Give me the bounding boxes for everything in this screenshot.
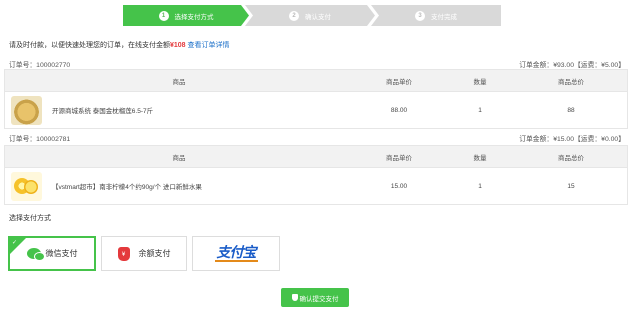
product-name[interactable]: 【vstmart超市】南非柠檬4个约90g/个 进口新鲜水果 [52,181,202,191]
header-unit-price: 商品单价 [386,78,412,86]
wallet-icon: ¥ [117,246,130,261]
order-number: 订单号：100002770 [9,62,71,69]
table-header: 商品 商品单价 数量 商品总价 [5,146,627,167]
submit-label: 确认提交支付 [299,295,339,303]
table-row: 【vstmart超市】南非柠檬4个约90g/个 进口新鲜水果 15.00 1 1… [5,167,627,204]
step-number: 1 [158,10,169,21]
order-detail-link[interactable]: 查看订单详情 [188,42,230,49]
header-total-price: 商品总价 [558,154,584,162]
header-goods: 商品 [172,154,186,162]
wechat-icon [26,248,45,261]
order-table: 商品 商品单价 数量 商品总价 开源商城系统 泰国金枕榴莲6.5-7斤 88.0… [4,69,628,129]
order-amount: 订单金额：¥15.00【运费：¥0.00】 [519,136,625,143]
alipay-logo: 支付宝 [214,244,258,262]
payment-notice: 请及时付款，以便快速处理您的订单，在线支付金额¥108 查看订单详情 [9,40,230,50]
step-label: 支付完成 [431,13,457,21]
total-price: 88 [567,106,575,114]
durian-image[interactable] [11,95,42,125]
step-select-payment: 1 选择支付方式 [123,5,249,26]
alipay-option[interactable]: 支付宝 [192,236,280,271]
order-table: 商品 商品单价 数量 商品总价 【vstmart超市】南非柠檬4个约90g/个 … [4,145,628,205]
payment-amount: ¥108 [170,42,186,49]
unit-price: 88.00 [390,106,408,114]
order-amount: 订单金额：¥93.00【运费：¥5.00】 [519,62,625,69]
check-icon: ✓ [12,240,18,246]
wechat-pay-label: 微信支付 [45,249,78,258]
step-number: 2 [289,10,299,21]
table-header: 商品 商品单价 数量 商品总价 [5,70,627,91]
step-payment-complete: 3 支付完成 [371,5,501,26]
header-quantity: 数量 [473,78,487,86]
step-label: 选择支付方式 [174,13,214,21]
order-number: 订单号：100002781 [9,136,71,143]
product-cell: 开源商城系统 泰国金枕榴莲6.5-7斤 [5,95,353,125]
progress-steps: 1 选择支付方式 2 确认支付 3 支付完成 [123,5,501,26]
header-goods: 商品 [172,78,186,86]
payment-method-title: 选择支付方式 [9,215,51,222]
balance-pay-label: 余额支付 [138,249,171,258]
header-unit-price: 商品单价 [386,154,412,162]
balance-pay-option[interactable]: ¥ 余额支付 [101,236,187,271]
notice-text: 请及时付款，以便快速处理您的订单，在线支付金额 [9,42,170,49]
order-header: 订单号：100002781 订单金额：¥15.00【运费：¥0.00】 [9,133,625,143]
unit-price: 15.00 [390,182,408,190]
wechat-pay-option[interactable]: ✓ 微信支付 [8,236,96,271]
total-price: 15 [567,182,575,190]
header-total-price: 商品总价 [558,78,584,86]
step-label: 确认支付 [305,13,331,21]
step-confirm-payment: 2 确认支付 [245,5,375,26]
product-name[interactable]: 开源商城系统 泰国金枕榴莲6.5-7斤 [52,105,153,115]
lemon-image[interactable] [11,171,42,201]
step-number: 3 [415,10,425,21]
quantity: 1 [478,106,482,114]
table-row: 开源商城系统 泰国金枕榴莲6.5-7斤 88.00 1 88 [5,91,627,128]
product-cell: 【vstmart超市】南非柠檬4个约90g/个 进口新鲜水果 [5,171,353,201]
shield-icon [291,294,298,301]
quantity: 1 [478,182,482,190]
submit-payment-button[interactable]: 确认提交支付 [281,288,349,307]
order-header: 订单号：100002770 订单金额：¥93.00【运费：¥5.00】 [9,59,625,69]
header-quantity: 数量 [473,154,487,162]
